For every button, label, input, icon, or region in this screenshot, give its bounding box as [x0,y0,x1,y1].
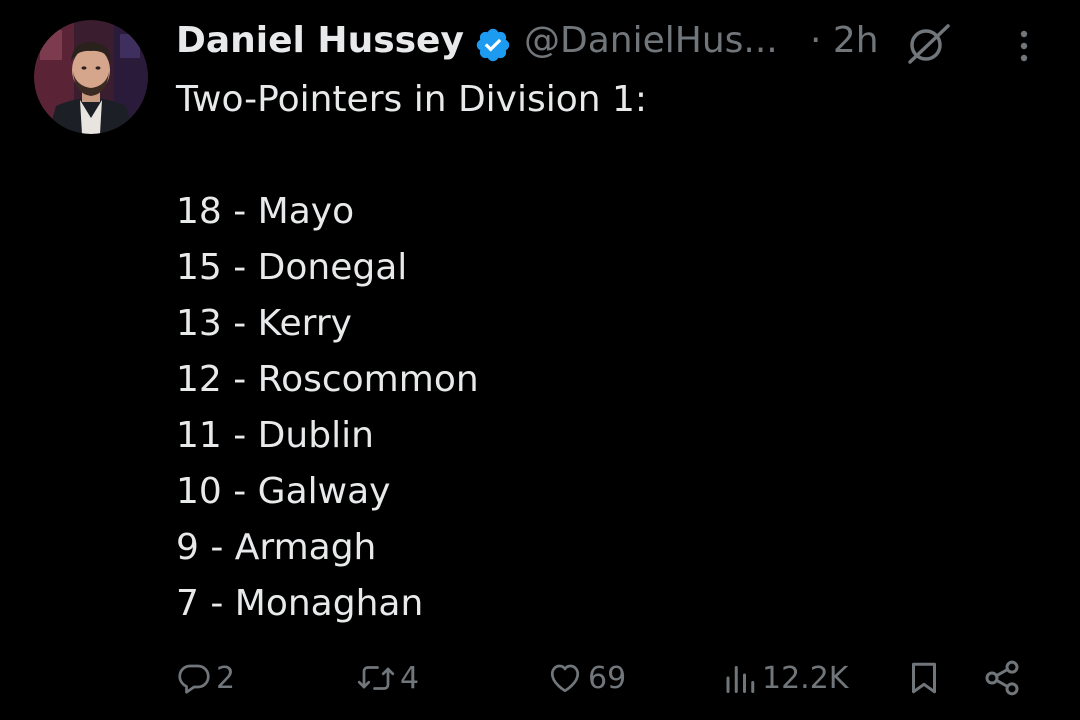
post-text-line: Two-Pointers in Division 1: [176,79,648,120]
reply-count: 2 [216,660,236,696]
verified-badge-icon [474,26,512,64]
heart-icon [546,660,584,696]
post-text: Two-Pointers in Division 1: 18 - Mayo 15… [176,72,1036,632]
post-text-line: 7 - Monaghan [176,583,424,624]
post-text-line: 10 - Galway [176,471,391,512]
post-action-bar: 2 4 69 12.2K [0,650,1080,706]
repost-count: 4 [400,660,420,696]
author-display-name[interactable]: Daniel Hussey [176,20,464,61]
views-button[interactable]: 12.2K [722,650,848,706]
repost-icon [356,660,396,696]
post-text-line: 13 - Kerry [176,303,352,344]
views-chart-icon [722,660,758,696]
post-text-line: 9 - Armagh [176,527,377,568]
repost-button[interactable]: 4 [356,650,419,706]
bookmark-icon [906,659,942,697]
post-text-line: 12 - Roscommon [176,359,479,400]
grok-icon[interactable] [902,22,954,66]
share-icon [982,658,1022,698]
post-text-line: 11 - Dublin [176,415,374,456]
reply-icon [176,660,212,696]
post-timestamp[interactable]: · 2h [810,20,879,61]
author-handle[interactable]: @DanielHus... [524,20,778,61]
reply-button[interactable]: 2 [176,650,235,706]
like-count: 69 [588,660,627,696]
author-avatar[interactable] [34,20,148,134]
views-count: 12.2K [762,660,849,696]
avatar-photo [34,20,148,134]
post-text-line: 15 - Donegal [176,247,408,288]
post-text-line: 18 - Mayo [176,191,355,232]
post-header: Daniel Hussey @DanielHus... · 2h [176,14,1028,66]
more-vertical-icon[interactable] [1004,26,1044,66]
share-button[interactable] [982,650,1022,706]
post-text-line [176,128,1036,184]
like-button[interactable]: 69 [546,650,626,706]
bookmark-button[interactable] [906,650,942,706]
